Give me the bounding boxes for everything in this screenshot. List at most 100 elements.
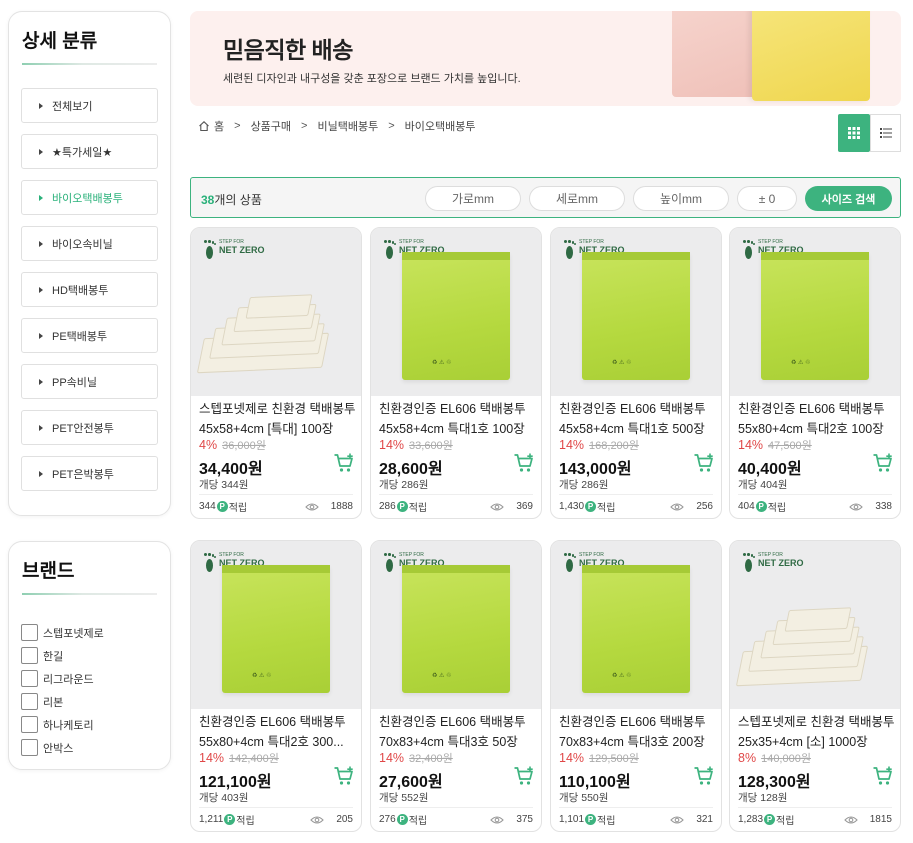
add-to-cart-icon[interactable]: [693, 452, 715, 474]
product-name[interactable]: 친환경인증 EL606 택배봉투 45x58+4cm 특대1호 100장: [379, 399, 537, 439]
card-footer: 276 P 적립 375: [379, 807, 533, 827]
product-card[interactable]: STEP FOR NET ZERO 스텝포넷제로 친환경 택배봉투 25x35+4c…: [729, 540, 901, 832]
list-icon: [879, 128, 892, 138]
length-input[interactable]: [529, 186, 625, 211]
points-icon: P: [396, 501, 408, 512]
brand-checkbox[interactable]: [21, 716, 38, 733]
product-card[interactable]: STEP FOR NET ZERO ♻ ⚠ ♲ 친환경인증 EL606 택배봉투 70…: [370, 540, 542, 832]
add-to-cart-icon[interactable]: [693, 765, 715, 787]
green-mailer-bag-image: ♻ ⚠ ♲: [402, 252, 510, 380]
brand-item[interactable]: 리그라운드: [21, 667, 104, 690]
product-card[interactable]: STEP FOR NET ZERO ♻ ⚠ ♲ 친환경인증 EL606 택배봉투 55…: [729, 227, 901, 519]
points-info: 1,430 P 적립: [559, 499, 615, 514]
grid-view-button[interactable]: [838, 114, 870, 152]
category-item[interactable]: PET은박봉투: [21, 456, 158, 491]
points-icon: P: [224, 814, 236, 825]
product-name[interactable]: 친환경인증 EL606 택배봉투 70x83+4cm 특대3호 200장: [559, 712, 717, 752]
banner-subtitle: 세련된 디자인과 내구성을 갖춘 포장으로 브랜드 가치를 높입니다.: [223, 73, 521, 85]
category-item[interactable]: PE택배봉투: [21, 318, 158, 353]
brand-item[interactable]: 스텝포넷제로: [21, 621, 104, 644]
product-image[interactable]: STEP FOR NET ZERO ♻ ⚠ ♲: [551, 541, 721, 709]
points-icon: P: [755, 501, 767, 512]
brand-checkbox[interactable]: [21, 670, 38, 687]
brand-checkbox[interactable]: [21, 693, 38, 710]
sale-price: 128,300원: [738, 774, 811, 791]
original-price: 142,400원: [229, 753, 279, 765]
product-card[interactable]: STEP FOR NET ZERO ♻ ⚠ ♲ 친환경인증 EL606 택배봉투 70…: [550, 540, 722, 832]
add-to-cart-icon[interactable]: [872, 765, 894, 787]
tolerance-input[interactable]: [737, 186, 797, 211]
size-search-button[interactable]: 사이즈 검색: [805, 186, 892, 211]
category-item[interactable]: 바이오택배봉투: [21, 180, 158, 215]
discount-row: 8% 140,000원: [738, 750, 811, 766]
card-footer: 1,283 P 적립 1815: [738, 807, 892, 827]
add-to-cart-icon[interactable]: [513, 765, 535, 787]
category-item[interactable]: PP속비닐: [21, 364, 158, 399]
height-input[interactable]: [633, 186, 729, 211]
net-zero-logo: STEP FOR NET ZERO: [742, 553, 804, 575]
card-footer: 1,101 P 적립 321: [559, 807, 713, 827]
discount-percent: 14%: [559, 438, 585, 452]
product-image[interactable]: STEP FOR NET ZERO ♻ ⚠ ♲: [730, 228, 900, 396]
discount-row: 14% 47,500원: [738, 437, 812, 453]
eye-icon: [849, 502, 869, 512]
points-info: 1,283 P 적립: [738, 812, 794, 827]
eye-icon: [670, 815, 690, 825]
logo-big-text: NET ZERO: [219, 245, 265, 255]
product-image[interactable]: STEP FOR NET ZERO: [191, 228, 361, 396]
brand-item[interactable]: 한길: [21, 644, 104, 667]
list-view-button[interactable]: [870, 114, 901, 152]
product-card[interactable]: STEP FOR NET ZERO ♻ ⚠ ♲ 친환경인증 EL606 택배봉투 45…: [370, 227, 542, 519]
view-count-value: 338: [875, 501, 892, 512]
promo-banner: 믿음직한 배송 세련된 디자인과 내구성을 갖춘 포장으로 브랜드 가치를 높입…: [190, 11, 901, 106]
discount-percent: 14%: [559, 751, 585, 765]
add-to-cart-icon[interactable]: [333, 452, 355, 474]
yellow-mailer-bag-image: [752, 11, 870, 101]
discount-percent: 14%: [738, 438, 764, 452]
category-item[interactable]: PET안전봉투: [21, 410, 158, 445]
product-image[interactable]: STEP FOR NET ZERO: [730, 541, 900, 709]
footprint-icon: [563, 553, 576, 575]
points-info: 1,101 P 적립: [559, 812, 615, 827]
add-to-cart-icon[interactable]: [872, 452, 894, 474]
brand-panel: 브랜드 스텝포넷제로 한길 리그라운드 리본 하나케토리 안박스: [8, 541, 171, 770]
category-item[interactable]: 전체보기: [21, 88, 158, 123]
category-item[interactable]: 바이오속비닐: [21, 226, 158, 261]
product-image[interactable]: STEP FOR NET ZERO ♻ ⚠ ♲: [371, 541, 541, 709]
product-name[interactable]: 친환경인증 EL606 택배봉투 70x83+4cm 특대3호 50장: [379, 712, 537, 752]
brand-item[interactable]: 리본: [21, 690, 104, 713]
grid-icon: [848, 127, 860, 139]
product-name[interactable]: 친환경인증 EL606 택배봉투 55x80+4cm 특대2호 300...: [199, 712, 357, 752]
breadcrumb-home[interactable]: 홈: [214, 118, 224, 134]
add-to-cart-icon[interactable]: [333, 765, 355, 787]
discount-percent: 14%: [379, 438, 405, 452]
category-item[interactable]: ★특가세일★: [21, 134, 158, 169]
product-image[interactable]: STEP FOR NET ZERO ♻ ⚠ ♲: [551, 228, 721, 396]
sale-price: 27,600원: [379, 774, 443, 791]
add-to-cart-icon[interactable]: [513, 452, 535, 474]
brand-checkbox[interactable]: [21, 739, 38, 756]
category-item[interactable]: HD택배봉투: [21, 272, 158, 307]
breadcrumb-purchase[interactable]: 상품구매: [251, 118, 291, 134]
width-input[interactable]: [425, 186, 521, 211]
brand-checkbox[interactable]: [21, 624, 38, 641]
product-image[interactable]: STEP FOR NET ZERO ♻ ⚠ ♲: [371, 228, 541, 396]
product-name[interactable]: 스텝포넷제로 친환경 택배봉투 25x35+4cm [소] 1000장: [738, 712, 896, 752]
product-card[interactable]: STEP FOR NET ZERO 스텝포넷제로 친환경 택배봉투 45x58+4c…: [190, 227, 362, 519]
product-card[interactable]: STEP FOR NET ZERO ♻ ⚠ ♲ 친환경인증 EL606 택배봉투 45…: [550, 227, 722, 519]
brand-item[interactable]: 하나케토리: [21, 713, 104, 736]
home-icon[interactable]: [198, 120, 210, 132]
caret-right-icon: [39, 240, 43, 247]
points-value: 344: [199, 501, 216, 512]
brand-item[interactable]: 안박스: [21, 736, 104, 759]
product-name[interactable]: 스텝포넷제로 친환경 택배봉투 45x58+4cm [특대] 100장: [199, 399, 357, 439]
product-count: 38개의 상품: [201, 193, 262, 207]
product-name[interactable]: 친환경인증 EL606 택배봉투 45x58+4cm 특대1호 500장: [559, 399, 717, 439]
breadcrumb-vinyl-bags[interactable]: 비닐택배봉투: [317, 118, 378, 134]
product-image[interactable]: STEP FOR NET ZERO ♻ ⚠ ♲: [191, 541, 361, 709]
sale-price: 110,100원: [559, 774, 631, 791]
brand-checkbox[interactable]: [21, 647, 38, 664]
product-card[interactable]: STEP FOR NET ZERO ♻ ⚠ ♲ 친환경인증 EL606 택배봉투 55…: [190, 540, 362, 832]
product-name[interactable]: 친환경인증 EL606 택배봉투 55x80+4cm 특대2호 100장: [738, 399, 896, 439]
breadcrumb-bio-bags[interactable]: 바이오택배봉투: [405, 118, 476, 134]
